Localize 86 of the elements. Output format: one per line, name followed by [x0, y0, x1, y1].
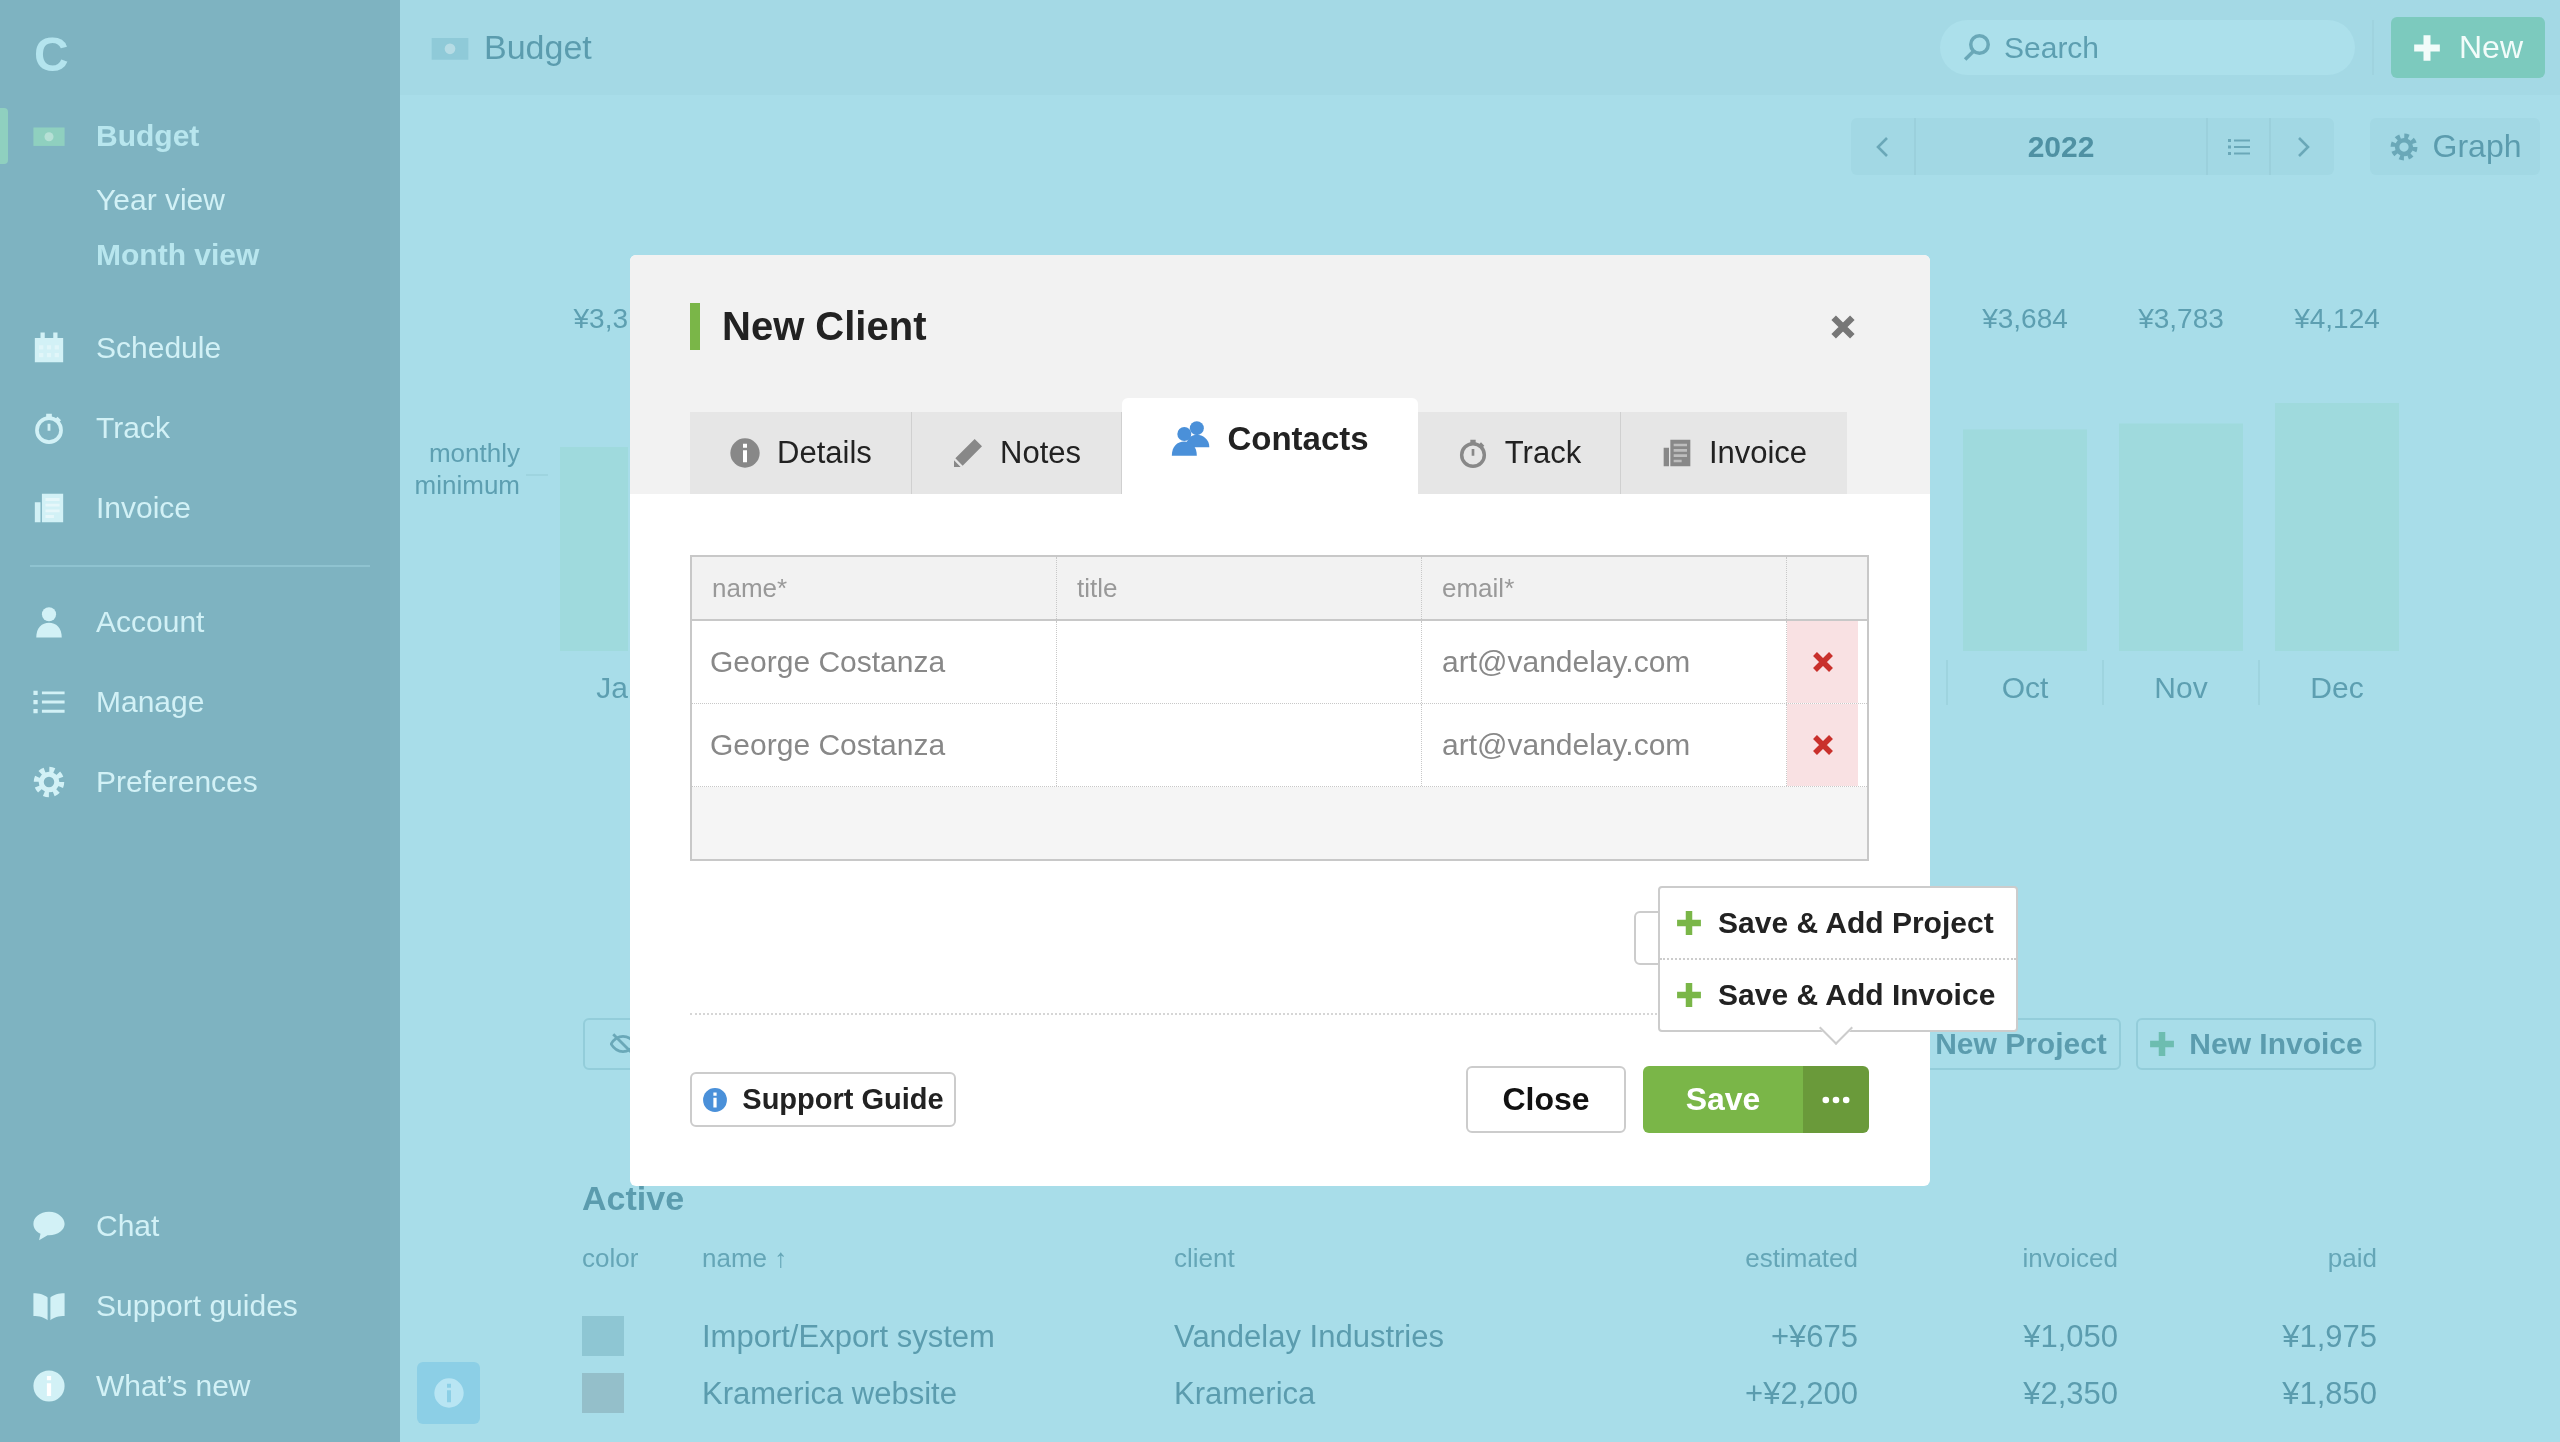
tab[interactable]: Contacts — [1122, 398, 1418, 494]
month-label: Nov — [2154, 671, 2208, 704]
month-label: Ja — [596, 671, 628, 704]
close-button[interactable]: Close — [1466, 1066, 1626, 1133]
table-cell-text: ¥1,050 — [2023, 1318, 2118, 1356]
calendar-icon — [32, 331, 66, 365]
table-cell-text: +¥2,200 — [1745, 1375, 1858, 1413]
support-guide-button[interactable]: Support Guide — [690, 1072, 956, 1127]
sidebar-item[interactable]: Manage — [0, 662, 400, 742]
delete-button[interactable] — [1787, 704, 1858, 786]
column-header: name ↑ — [702, 1242, 789, 1275]
table-cell-text: Kramerica — [1174, 1375, 1316, 1413]
column-header: title — [1057, 557, 1422, 619]
info-icon — [32, 1369, 66, 1403]
column-header: client — [1174, 1242, 1236, 1275]
value-label: ¥4,124 — [2294, 303, 2380, 334]
delete-button[interactable] — [1787, 621, 1858, 703]
month-label: Oct — [2001, 671, 2049, 704]
info-icon — [729, 437, 762, 469]
axis-label: monthly — [428, 438, 520, 468]
column-header: color — [582, 1242, 640, 1275]
sidebar-subitem[interactable]: Month view — [0, 227, 400, 282]
table-cell-text: ¥1,975 — [2282, 1318, 2377, 1356]
column-header: paid — [2326, 1242, 2377, 1275]
sidebar-subitem[interactable]: Year view — [0, 172, 400, 227]
plus-icon — [1676, 910, 1702, 936]
table-cell[interactable]: George Costanza — [692, 621, 1057, 703]
sidebar-item[interactable]: Support guides — [0, 1266, 400, 1346]
info-icon — [432, 1377, 465, 1409]
axis-label: minimum — [414, 470, 520, 500]
more-button[interactable] — [1803, 1066, 1869, 1133]
graph-button[interactable]: Graph — [2370, 118, 2540, 175]
speech-bubble-icon — [32, 1209, 66, 1243]
sidebar-item[interactable]: Preferences — [0, 742, 400, 822]
plus-icon — [2413, 33, 2441, 62]
tab[interactable]: Invoice — [1621, 412, 1847, 494]
table-cell-text: Kramerica website — [702, 1375, 957, 1413]
plus-icon — [1676, 982, 1702, 1008]
people-icon — [1171, 419, 1212, 459]
menu-item[interactable]: Save & Add Project — [1660, 888, 2016, 958]
dots-icon — [1822, 1095, 1850, 1104]
column-header: estimated — [1744, 1242, 1858, 1275]
value-label: ¥3,3 — [573, 303, 628, 334]
sidebar-item[interactable]: Chat — [0, 1186, 400, 1266]
tab[interactable]: Details — [690, 412, 912, 494]
info-icon — [702, 1086, 729, 1113]
section-title: Active — [582, 1178, 685, 1218]
value-label: ¥3,783 — [2138, 303, 2224, 334]
gear-icon — [32, 765, 66, 799]
month-label: Dec — [2310, 671, 2364, 704]
page-title: Budget — [484, 28, 592, 67]
table-cell-text: Import/Export system — [702, 1318, 995, 1356]
x-icon — [1810, 733, 1835, 757]
add-button[interactable]: New Invoice — [2136, 1018, 2376, 1070]
sidebar-item[interactable]: Track — [0, 388, 400, 468]
stopwatch-icon — [32, 411, 66, 445]
save-button[interactable]: Save — [1643, 1066, 1803, 1133]
table-cell-text: ¥2,350 — [2023, 1375, 2118, 1413]
new-button[interactable]: New — [2391, 17, 2545, 78]
sidebar-item[interactable]: Account — [0, 582, 400, 662]
list-button[interactable] — [2206, 118, 2271, 175]
pencil-icon — [952, 437, 984, 469]
column-header: invoiced — [2021, 1242, 2118, 1275]
year-label[interactable]: 2022 — [1914, 118, 2206, 175]
tab[interactable]: Notes — [912, 412, 1122, 494]
document-icon — [32, 491, 66, 525]
column-header: email* — [1422, 557, 1787, 619]
column-header: name* — [692, 557, 1057, 619]
plus-icon — [2149, 1031, 2176, 1057]
table-cell-text: ¥1,850 — [2282, 1375, 2377, 1413]
search-icon — [1962, 32, 1992, 62]
gear-icon — [2388, 131, 2419, 162]
table-cell[interactable]: George Costanza — [692, 704, 1057, 786]
sidebar-item[interactable]: Schedule — [0, 308, 400, 388]
sidebar-item[interactable]: What’s new — [0, 1346, 400, 1426]
table-cell-text: +¥675 — [1770, 1318, 1858, 1356]
accent-bar — [690, 303, 700, 350]
x-icon — [1810, 650, 1835, 674]
search-field[interactable]: Search — [1940, 20, 2355, 75]
tab[interactable]: Track — [1418, 412, 1621, 494]
sidebar-item[interactable]: Budget — [0, 100, 400, 172]
dialog-title: New Client — [722, 304, 927, 349]
value-label: ¥3,684 — [1982, 303, 2068, 334]
sidebar-item[interactable]: Invoice — [0, 468, 400, 548]
table-cell-text: Vandelay Industries — [1174, 1318, 1444, 1356]
info-button[interactable] — [417, 1362, 480, 1424]
